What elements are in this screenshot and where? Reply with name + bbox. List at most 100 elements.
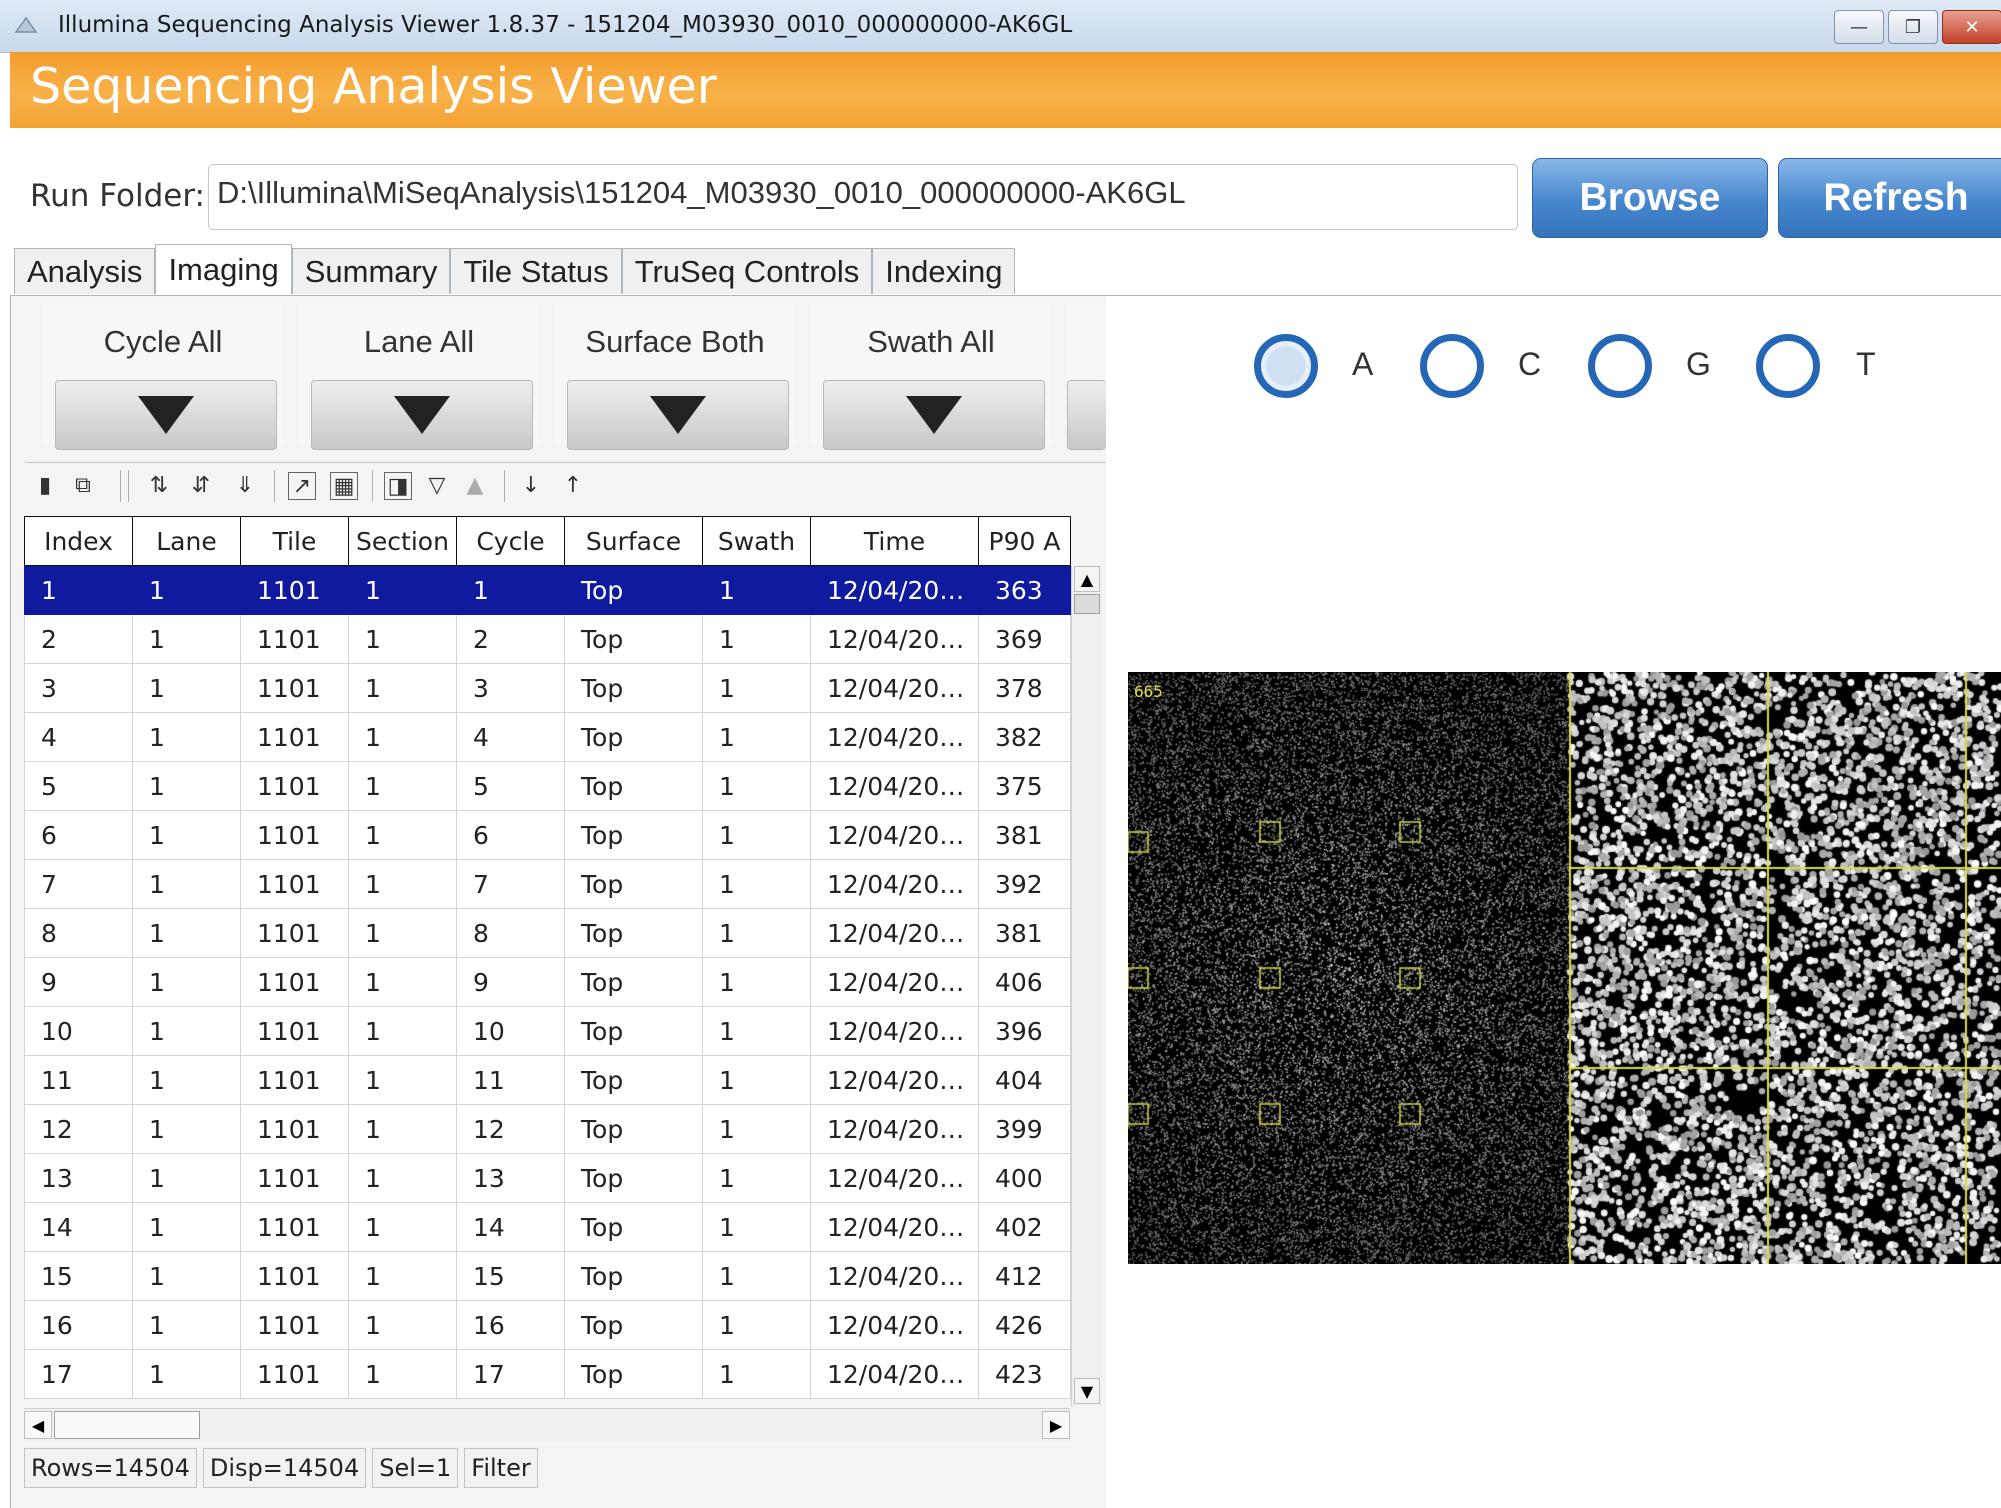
table-row[interactable]: 15 1 1101 1 15 Top 1 12/04/201... 412 bbox=[24, 1251, 1071, 1301]
run-folder-label: Run Folder: bbox=[30, 178, 205, 214]
table-row[interactable]: 2 1 1101 1 2 Top 1 12/04/201... 369 bbox=[24, 614, 1071, 664]
save-icon[interactable]: ▮ bbox=[32, 472, 58, 498]
filter-icon[interactable]: ▽ bbox=[424, 472, 450, 498]
table-row[interactable]: 12 1 1101 1 12 Top 1 12/04/201... 399 bbox=[24, 1104, 1071, 1154]
table-cell: 12 bbox=[456, 1104, 565, 1154]
lane-dropdown-button[interactable] bbox=[311, 380, 533, 450]
scroll-right-button[interactable]: ▶ bbox=[1042, 1411, 1070, 1439]
table-cell: 12/04/201... bbox=[810, 859, 979, 909]
column-header[interactable]: Cycle bbox=[456, 516, 565, 566]
table-cell: 1 bbox=[132, 663, 241, 713]
table-cell: 1 bbox=[132, 1006, 241, 1056]
toolbar-separator bbox=[128, 470, 129, 502]
table-cell: 1101 bbox=[240, 908, 349, 958]
arrow-down-icon[interactable]: ↓ bbox=[518, 472, 544, 498]
arrow-up-icon[interactable]: ↑ bbox=[560, 472, 586, 498]
tile-image-viewer[interactable] bbox=[1128, 672, 2001, 1264]
freeze-icon[interactable]: ◨ bbox=[384, 472, 412, 500]
radio-base-t[interactable] bbox=[1756, 334, 1820, 398]
column-header[interactable]: P90 A bbox=[978, 516, 1071, 566]
table-row[interactable]: 5 1 1101 1 5 Top 1 12/04/201... 375 bbox=[24, 761, 1071, 811]
scroll-left-button[interactable]: ◀ bbox=[24, 1411, 52, 1439]
columns-icon[interactable]: ▦ bbox=[330, 472, 358, 500]
column-header[interactable]: Time bbox=[810, 516, 979, 566]
table-cell: 17 bbox=[456, 1349, 565, 1399]
table-cell: 5 bbox=[24, 761, 133, 811]
table-row[interactable]: 17 1 1101 1 17 Top 1 12/04/201... 423 bbox=[24, 1349, 1071, 1399]
restore-button[interactable]: ❐ bbox=[1888, 10, 1938, 44]
sort-ascending-icon[interactable]: ⇅ bbox=[146, 472, 172, 498]
table-cell: 1 bbox=[132, 712, 241, 762]
table-cell: 6 bbox=[24, 810, 133, 860]
table-row[interactable]: 13 1 1101 1 13 Top 1 12/04/201... 400 bbox=[24, 1153, 1071, 1203]
column-header[interactable]: Tile bbox=[240, 516, 349, 566]
radio-base-a[interactable] bbox=[1254, 334, 1318, 398]
sort-descending-icon[interactable]: ⇵ bbox=[188, 472, 214, 498]
table-cell: 1101 bbox=[240, 1006, 349, 1056]
tab-truseq-controls[interactable]: TruSeq Controls bbox=[621, 248, 873, 294]
table-cell: 12/04/201... bbox=[810, 810, 979, 860]
column-header[interactable]: Lane bbox=[132, 516, 241, 566]
table-cell: 1 bbox=[702, 663, 811, 713]
table-vertical-scrollbar[interactable]: ▲ ▼ bbox=[1071, 566, 1102, 1406]
table-row[interactable]: 4 1 1101 1 4 Top 1 12/04/201... 382 bbox=[24, 712, 1071, 762]
table-cell: 1 bbox=[702, 1300, 811, 1350]
table-row[interactable]: 8 1 1101 1 8 Top 1 12/04/201... 381 bbox=[24, 908, 1071, 958]
scroll-down-button[interactable]: ▼ bbox=[1074, 1378, 1100, 1404]
column-header[interactable]: Index bbox=[24, 516, 133, 566]
swath-dropdown-button[interactable] bbox=[823, 380, 1045, 450]
tab-indexing[interactable]: Indexing bbox=[872, 248, 1016, 294]
chart-icon[interactable]: ↗ bbox=[288, 472, 316, 500]
app-icon bbox=[14, 16, 38, 33]
cycle-dropdown-button[interactable] bbox=[55, 380, 277, 450]
table-row[interactable]: 7 1 1101 1 7 Top 1 12/04/201... 392 bbox=[24, 859, 1071, 909]
refresh-button[interactable]: Refresh bbox=[1778, 158, 2001, 238]
tab-analysis[interactable]: Analysis bbox=[14, 248, 156, 294]
table-cell: 12/04/201... bbox=[810, 1104, 979, 1154]
horizontal-scroll-thumb[interactable] bbox=[54, 1411, 200, 1439]
table-cell: 1101 bbox=[240, 663, 349, 713]
sort-custom-icon[interactable]: ⇓ bbox=[232, 472, 258, 498]
radio-base-c[interactable] bbox=[1420, 334, 1484, 398]
table-row[interactable]: 1 1 1101 1 1 Top 1 12/04/201... 363 bbox=[24, 565, 1071, 615]
table-cell: 402 bbox=[978, 1202, 1071, 1252]
more-dropdown-button[interactable] bbox=[1067, 380, 1106, 450]
toolbar-separator bbox=[372, 470, 373, 502]
copy-icon[interactable]: ⧉ bbox=[70, 472, 96, 498]
column-header[interactable]: Section bbox=[348, 516, 457, 566]
table-cell: 8 bbox=[456, 908, 565, 958]
table-cell: 1 bbox=[702, 908, 811, 958]
rows-count: Rows=14504 bbox=[24, 1448, 197, 1488]
table-cell: 1 bbox=[702, 761, 811, 811]
table-row[interactable]: 6 1 1101 1 6 Top 1 12/04/201... 381 bbox=[24, 810, 1071, 860]
surface-dropdown-button[interactable] bbox=[567, 380, 789, 450]
radio-base-g[interactable] bbox=[1588, 334, 1652, 398]
browse-button[interactable]: Browse bbox=[1532, 158, 1768, 238]
column-header[interactable]: Surface bbox=[564, 516, 703, 566]
table-cell: 11 bbox=[456, 1055, 565, 1105]
table-row[interactable]: 14 1 1101 1 14 Top 1 12/04/201... 402 bbox=[24, 1202, 1071, 1252]
table-cell: 392 bbox=[978, 859, 1071, 909]
column-header[interactable]: Swath bbox=[702, 516, 811, 566]
table-row[interactable]: 11 1 1101 1 11 Top 1 12/04/201... 404 bbox=[24, 1055, 1071, 1105]
table-row[interactable]: 16 1 1101 1 16 Top 1 12/04/201... 426 bbox=[24, 1300, 1071, 1350]
table-cell: 1 bbox=[132, 859, 241, 909]
tab-tile-status[interactable]: Tile Status bbox=[450, 248, 622, 294]
table-horizontal-scrollbar[interactable]: ◀ ▶ bbox=[24, 1408, 1070, 1441]
table-row[interactable]: 10 1 1101 1 10 Top 1 12/04/201... 396 bbox=[24, 1006, 1071, 1056]
run-folder-input[interactable]: D:\Illumina\MiSeqAnalysis\151204_M03930_… bbox=[208, 164, 1518, 230]
vertical-scroll-thumb[interactable] bbox=[1074, 594, 1100, 614]
table-cell: 1101 bbox=[240, 1349, 349, 1399]
clear-filter-icon[interactable]: ▲ bbox=[462, 472, 488, 498]
swath-filter-label: Swath All bbox=[867, 324, 995, 359]
minimize-button[interactable]: — bbox=[1834, 10, 1884, 44]
close-button[interactable]: ✕ bbox=[1942, 10, 2001, 44]
scroll-up-button[interactable]: ▲ bbox=[1074, 566, 1100, 592]
table-cell: 1 bbox=[132, 565, 241, 615]
panel-divider bbox=[25, 462, 1106, 463]
table-cell: 1 bbox=[702, 1349, 811, 1399]
tab-summary[interactable]: Summary bbox=[291, 248, 451, 294]
table-row[interactable]: 9 1 1101 1 9 Top 1 12/04/201... 406 bbox=[24, 957, 1071, 1007]
table-row[interactable]: 3 1 1101 1 3 Top 1 12/04/201... 378 bbox=[24, 663, 1071, 713]
tab-imaging[interactable]: Imaging bbox=[155, 244, 292, 294]
